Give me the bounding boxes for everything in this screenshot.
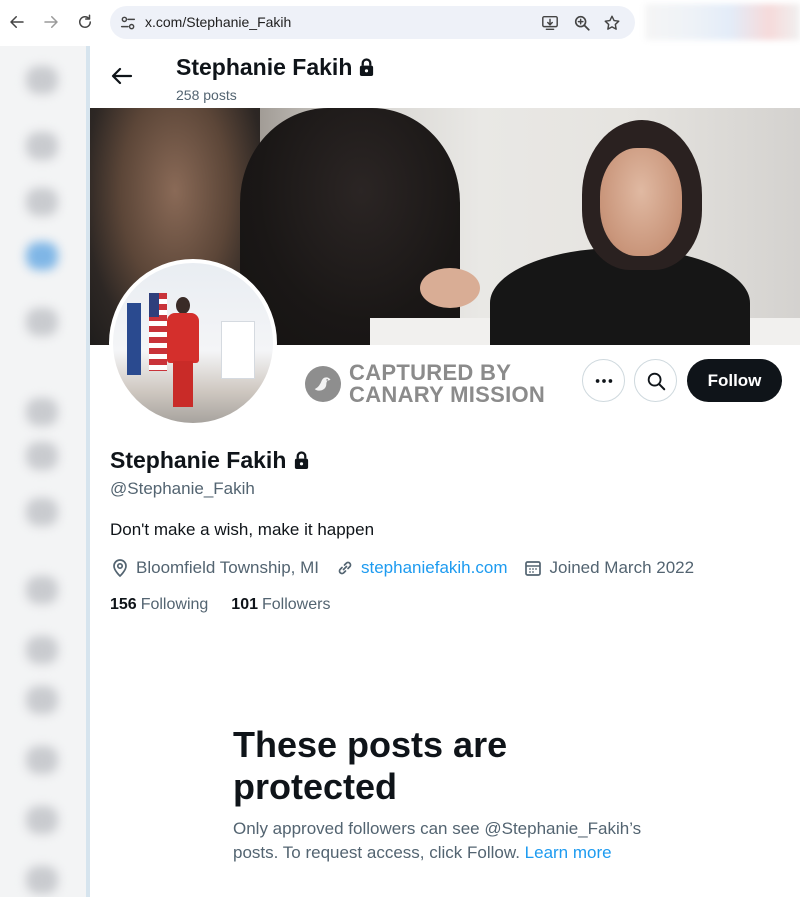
sidebar-blob	[26, 132, 58, 160]
search-icon	[647, 372, 665, 390]
lock-icon	[293, 451, 310, 470]
sidebar-blob	[26, 576, 58, 604]
following-link[interactable]: 156 Following	[110, 596, 208, 614]
header-name-text: Stephanie Fakih	[176, 54, 353, 80]
sidebar-blob	[26, 242, 58, 270]
banner-person	[240, 108, 460, 345]
protected-message: Only approved followers can see @Stephan…	[233, 817, 663, 864]
profile-meta: Bloomfield Township, MI stephaniefakih.c…	[110, 558, 694, 578]
following-label: Following	[140, 596, 209, 613]
more-options-button[interactable]	[582, 359, 625, 402]
browser-toolbar: x.com/Stephanie_Fakih	[0, 0, 800, 46]
more-dots-icon	[595, 378, 612, 383]
profile-name: Stephanie Fakih	[110, 447, 310, 474]
followers-link[interactable]: 101 Followers	[231, 596, 330, 614]
blurred-sidebar	[0, 46, 89, 897]
following-count: 156	[110, 596, 137, 613]
search-profile-button[interactable]	[634, 359, 677, 402]
avatar-flag	[127, 303, 141, 375]
sidebar-blob	[26, 398, 58, 426]
sidebar-blob	[26, 746, 58, 774]
sidebar-blob	[26, 66, 58, 94]
followers-label: Followers	[262, 596, 331, 613]
avatar-person	[165, 297, 201, 407]
watermark-line-2: CANARY MISSION	[349, 382, 546, 407]
sidebar-blob	[26, 636, 58, 664]
profile-bio: Don't make a wish, make it happen	[110, 520, 375, 539]
watermark-line-1: CAPTURED BY	[349, 360, 512, 385]
profile-name-text: Stephanie Fakih	[110, 447, 287, 473]
canary-bird-icon	[305, 366, 341, 402]
blurred-extensions-area	[645, 4, 800, 40]
forward-arrow-icon[interactable]	[39, 10, 63, 34]
avatar[interactable]	[109, 259, 277, 427]
profile-handle: @Stephanie_Fakih	[110, 479, 255, 498]
website-link[interactable]: stephaniefakih.com	[361, 558, 507, 578]
followers-count: 101	[231, 596, 258, 613]
header-title: Stephanie Fakih	[176, 54, 375, 81]
location-text: Bloomfield Township, MI	[136, 558, 319, 577]
back-arrow-icon[interactable]	[5, 10, 29, 34]
address-bar[interactable]: x.com/Stephanie_Fakih	[110, 6, 635, 39]
learn-more-link[interactable]: Learn more	[525, 843, 612, 862]
follow-stats: 156 Following 101 Followers	[110, 596, 330, 614]
calendar-icon	[525, 561, 542, 576]
sidebar-blob	[26, 498, 58, 526]
url-text[interactable]: x.com/Stephanie_Fakih	[145, 14, 291, 30]
lock-icon	[358, 58, 375, 77]
protected-title: These posts are protected	[233, 724, 508, 807]
website-item[interactable]: stephaniefakih.com	[335, 558, 507, 578]
reload-icon[interactable]	[73, 10, 97, 34]
joined-item: Joined March 2022	[523, 558, 694, 578]
location-item: Bloomfield Township, MI	[110, 558, 319, 578]
banner-person-hand	[420, 268, 480, 308]
location-pin-icon	[113, 559, 127, 578]
sidebar-blob	[26, 806, 58, 834]
bookmark-star-icon[interactable]	[602, 13, 622, 33]
sidebar-blob	[26, 188, 58, 216]
sidebar-blob	[26, 686, 58, 714]
profile-top-header: Stephanie Fakih 258 posts	[90, 46, 800, 108]
install-app-icon[interactable]	[540, 13, 560, 33]
sidebar-blob	[26, 442, 58, 470]
sidebar-blob	[26, 866, 58, 894]
zoom-icon[interactable]	[572, 13, 592, 33]
back-arrow-icon[interactable]	[110, 64, 136, 90]
site-info-icon[interactable]	[118, 13, 138, 33]
sidebar-blob	[26, 308, 58, 336]
link-icon	[338, 561, 352, 575]
joined-text: Joined March 2022	[549, 558, 695, 577]
canary-mission-watermark: CAPTURED BY CANARY MISSION	[305, 362, 545, 406]
follow-button[interactable]: Follow	[687, 359, 782, 402]
banner-person-face	[600, 148, 682, 256]
avatar-podium	[221, 321, 255, 379]
post-count: 258 posts	[176, 87, 237, 103]
